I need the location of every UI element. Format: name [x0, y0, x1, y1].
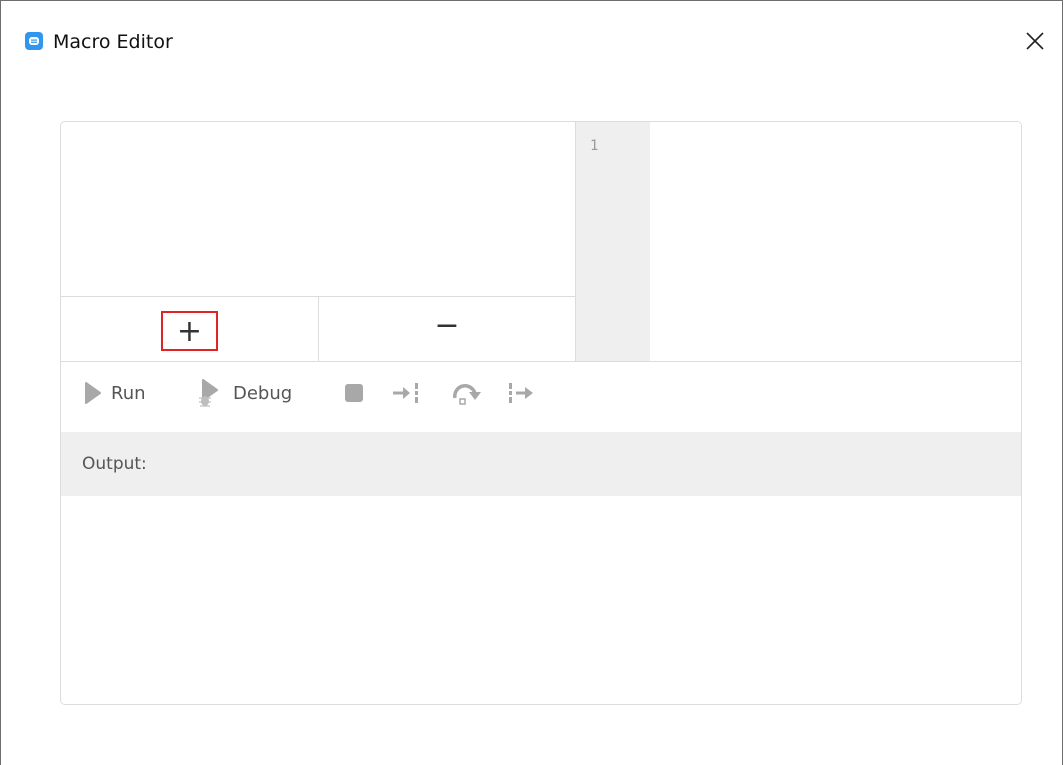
window-title: Macro Editor [53, 31, 173, 53]
editor-panel: + − 1 Run Debug Output: [60, 121, 1022, 705]
output-console[interactable] [61, 496, 1021, 704]
title-bar: Macro Editor [1, 1, 1062, 81]
step-over-button[interactable] [451, 378, 485, 408]
run-label: Run [111, 382, 146, 404]
debug-icon [199, 379, 218, 407]
chat-bubble-icon [25, 32, 43, 50]
code-editor[interactable] [650, 122, 1021, 361]
close-icon [1026, 32, 1044, 50]
debug-button[interactable]: Debug [197, 378, 292, 408]
step-over-icon [453, 384, 481, 405]
plus-icon: + [176, 314, 203, 349]
step-into-icon [393, 383, 418, 403]
remove-macro-button[interactable]: − [319, 297, 575, 361]
output-header: Output: [61, 432, 1021, 496]
stop-button[interactable] [343, 378, 365, 408]
close-button[interactable] [1022, 28, 1048, 54]
debug-label: Debug [233, 382, 293, 404]
step-out-button[interactable] [507, 378, 539, 408]
output-label: Output: [82, 454, 147, 474]
macro-editor-window: Macro Editor + − 1 Run Debug Output: [0, 0, 1063, 765]
play-icon [85, 382, 101, 404]
minus-icon: − [434, 308, 460, 343]
line-number-gutter: 1 [576, 122, 650, 361]
run-button[interactable]: Run [83, 378, 146, 408]
add-macro-button[interactable]: + [161, 311, 218, 351]
line-number: 1 [590, 138, 599, 154]
stop-icon [345, 384, 363, 402]
debug-toolbar: Run Debug [61, 362, 1021, 432]
step-into-button[interactable] [391, 378, 421, 408]
macro-list[interactable] [61, 122, 575, 296]
step-out-icon [509, 383, 533, 403]
add-macro-cell: + [61, 297, 318, 361]
